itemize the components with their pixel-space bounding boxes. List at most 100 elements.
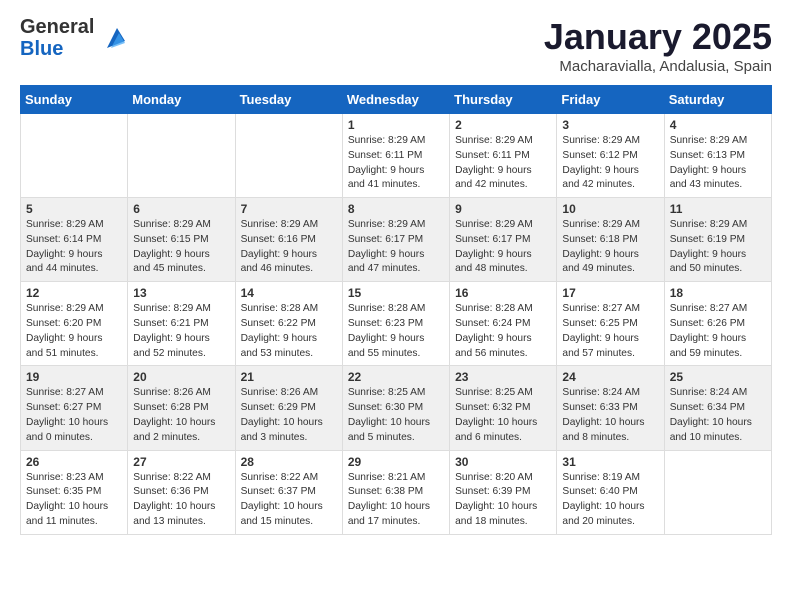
day-number: 29 bbox=[348, 455, 444, 469]
day-info: Sunrise: 8:22 AM Sunset: 6:36 PM Dayligh… bbox=[133, 471, 229, 530]
calendar-day-2: 2Sunrise: 8:29 AM Sunset: 6:11 PM Daylig… bbox=[450, 114, 557, 198]
day-number: 23 bbox=[455, 370, 551, 384]
day-number: 22 bbox=[348, 370, 444, 384]
day-info: Sunrise: 8:29 AM Sunset: 6:15 PM Dayligh… bbox=[133, 218, 229, 277]
calendar-day-4: 4 Sunrise: 8:29 AM Sunset: 6:13 PM Daylig… bbox=[664, 114, 771, 198]
calendar-day-29: 29 Sunrise: 8:21 AM Sunset: 6:38 PM Dayli… bbox=[342, 450, 449, 534]
title-block: January 2025 Macharavialla, Andalusia, S… bbox=[544, 16, 772, 75]
calendar-empty-cell bbox=[664, 450, 771, 534]
day-number: 24 bbox=[562, 370, 658, 384]
day-info: Sunrise: 8:22 AM Sunset: 6:37 PM Dayligh… bbox=[241, 471, 337, 530]
calendar-subtitle: Macharavialla, Andalusia, Spain bbox=[544, 58, 772, 75]
day-number: 27 bbox=[133, 455, 229, 469]
day-number: 19 bbox=[26, 370, 122, 384]
calendar-day-7: 7Sunrise: 8:29 AM Sunset: 6:16 PM Daylig… bbox=[235, 198, 342, 282]
day-number: 16 bbox=[455, 286, 551, 300]
logo-general: General bbox=[20, 16, 94, 38]
calendar-day-13: 13Sunrise: 8:29 AM Sunset: 6:21 PM Dayli… bbox=[128, 282, 235, 366]
day-number: 7 bbox=[241, 202, 337, 216]
header: General Blue January 2025 Macharavialla,… bbox=[20, 16, 772, 75]
calendar-day-23: 23Sunrise: 8:25 AM Sunset: 6:32 PM Dayli… bbox=[450, 366, 557, 450]
day-info: Sunrise: 8:29 AM Sunset: 6:13 PM Dayligh… bbox=[670, 134, 766, 193]
calendar-day-21: 21 Sunrise: 8:26 AM Sunset: 6:29 PM Dayli… bbox=[235, 366, 342, 450]
calendar-week-row: 5 Sunrise: 8:29 AM Sunset: 6:14 PM Daylig… bbox=[21, 198, 772, 282]
day-number: 12 bbox=[26, 286, 122, 300]
calendar-day-25: 25 Sunrise: 8:24 AM Sunset: 6:34 PM Dayli… bbox=[664, 366, 771, 450]
calendar-day-26: 26 Sunrise: 8:23 AM Sunset: 6:35 PM Dayli… bbox=[21, 450, 128, 534]
calendar-day-10: 10 Sunrise: 8:29 AM Sunset: 6:18 PM Dayli… bbox=[557, 198, 664, 282]
day-number: 25 bbox=[670, 370, 766, 384]
calendar-day-8: 8Sunrise: 8:29 AM Sunset: 6:17 PM Daylig… bbox=[342, 198, 449, 282]
day-info: Sunrise: 8:29 AM Sunset: 6:11 PM Dayligh… bbox=[348, 134, 444, 193]
weekday-header-sunday: Sunday bbox=[21, 86, 128, 114]
day-number: 14 bbox=[241, 286, 337, 300]
day-info: Sunrise: 8:29 AM Sunset: 6:18 PM Dayligh… bbox=[562, 218, 658, 277]
logo-text: General Blue bbox=[20, 16, 127, 60]
day-info: Sunrise: 8:28 AM Sunset: 6:23 PM Dayligh… bbox=[348, 302, 444, 361]
day-info: Sunrise: 8:28 AM Sunset: 6:22 PM Dayligh… bbox=[241, 302, 337, 361]
day-info: Sunrise: 8:23 AM Sunset: 6:35 PM Dayligh… bbox=[26, 471, 122, 530]
calendar-day-3: 3 Sunrise: 8:29 AM Sunset: 6:12 PM Daylig… bbox=[557, 114, 664, 198]
calendar-week-row: 12 Sunrise: 8:29 AM Sunset: 6:20 PM Dayli… bbox=[21, 282, 772, 366]
calendar-empty-cell bbox=[21, 114, 128, 198]
day-info: Sunrise: 8:26 AM Sunset: 6:29 PM Dayligh… bbox=[241, 386, 337, 445]
day-number: 9 bbox=[455, 202, 551, 216]
calendar-empty-cell bbox=[235, 114, 342, 198]
calendar-day-19: 19 Sunrise: 8:27 AM Sunset: 6:27 PM Dayli… bbox=[21, 366, 128, 450]
day-info: Sunrise: 8:29 AM Sunset: 6:20 PM Dayligh… bbox=[26, 302, 122, 361]
calendar-day-1: 1Sunrise: 8:29 AM Sunset: 6:11 PM Daylig… bbox=[342, 114, 449, 198]
weekday-header-monday: Monday bbox=[128, 86, 235, 114]
day-info: Sunrise: 8:29 AM Sunset: 6:12 PM Dayligh… bbox=[562, 134, 658, 193]
weekday-header-friday: Friday bbox=[557, 86, 664, 114]
logo-blue: Blue bbox=[20, 38, 94, 60]
calendar-day-27: 27 Sunrise: 8:22 AM Sunset: 6:36 PM Dayli… bbox=[128, 450, 235, 534]
day-info: Sunrise: 8:20 AM Sunset: 6:39 PM Dayligh… bbox=[455, 471, 551, 530]
day-number: 5 bbox=[26, 202, 122, 216]
day-info: Sunrise: 8:21 AM Sunset: 6:38 PM Dayligh… bbox=[348, 471, 444, 530]
weekday-header-wednesday: Wednesday bbox=[342, 86, 449, 114]
day-number: 2 bbox=[455, 118, 551, 132]
calendar-day-16: 16 Sunrise: 8:28 AM Sunset: 6:24 PM Dayli… bbox=[450, 282, 557, 366]
day-number: 4 bbox=[670, 118, 766, 132]
day-number: 28 bbox=[241, 455, 337, 469]
calendar-week-row: 26 Sunrise: 8:23 AM Sunset: 6:35 PM Dayli… bbox=[21, 450, 772, 534]
day-info: Sunrise: 8:29 AM Sunset: 6:21 PM Dayligh… bbox=[133, 302, 229, 361]
day-info: Sunrise: 8:28 AM Sunset: 6:24 PM Dayligh… bbox=[455, 302, 551, 361]
day-number: 21 bbox=[241, 370, 337, 384]
calendar-day-30: 30 Sunrise: 8:20 AM Sunset: 6:39 PM Dayli… bbox=[450, 450, 557, 534]
day-number: 6 bbox=[133, 202, 229, 216]
calendar-day-22: 22 Sunrise: 8:25 AM Sunset: 6:30 PM Dayli… bbox=[342, 366, 449, 450]
calendar-day-28: 28 Sunrise: 8:22 AM Sunset: 6:37 PM Dayli… bbox=[235, 450, 342, 534]
day-number: 15 bbox=[348, 286, 444, 300]
day-number: 18 bbox=[670, 286, 766, 300]
calendar-week-row: 1Sunrise: 8:29 AM Sunset: 6:11 PM Daylig… bbox=[21, 114, 772, 198]
day-info: Sunrise: 8:29 AM Sunset: 6:17 PM Dayligh… bbox=[455, 218, 551, 277]
weekday-header-saturday: Saturday bbox=[664, 86, 771, 114]
calendar-day-20: 20Sunrise: 8:26 AM Sunset: 6:28 PM Dayli… bbox=[128, 366, 235, 450]
calendar-day-12: 12 Sunrise: 8:29 AM Sunset: 6:20 PM Dayli… bbox=[21, 282, 128, 366]
day-number: 3 bbox=[562, 118, 658, 132]
logo-icon bbox=[97, 23, 127, 53]
calendar-week-row: 19 Sunrise: 8:27 AM Sunset: 6:27 PM Dayli… bbox=[21, 366, 772, 450]
calendar-empty-cell bbox=[128, 114, 235, 198]
day-info: Sunrise: 8:27 AM Sunset: 6:25 PM Dayligh… bbox=[562, 302, 658, 361]
day-info: Sunrise: 8:29 AM Sunset: 6:19 PM Dayligh… bbox=[670, 218, 766, 277]
day-info: Sunrise: 8:24 AM Sunset: 6:34 PM Dayligh… bbox=[670, 386, 766, 445]
calendar-day-17: 17Sunrise: 8:27 AM Sunset: 6:25 PM Dayli… bbox=[557, 282, 664, 366]
day-info: Sunrise: 8:29 AM Sunset: 6:14 PM Dayligh… bbox=[26, 218, 122, 277]
day-info: Sunrise: 8:27 AM Sunset: 6:27 PM Dayligh… bbox=[26, 386, 122, 445]
day-info: Sunrise: 8:26 AM Sunset: 6:28 PM Dayligh… bbox=[133, 386, 229, 445]
calendar-title: January 2025 bbox=[544, 16, 772, 58]
day-info: Sunrise: 8:25 AM Sunset: 6:30 PM Dayligh… bbox=[348, 386, 444, 445]
calendar-day-18: 18Sunrise: 8:27 AM Sunset: 6:26 PM Dayli… bbox=[664, 282, 771, 366]
day-info: Sunrise: 8:29 AM Sunset: 6:17 PM Dayligh… bbox=[348, 218, 444, 277]
calendar-day-15: 15 Sunrise: 8:28 AM Sunset: 6:23 PM Dayli… bbox=[342, 282, 449, 366]
day-number: 26 bbox=[26, 455, 122, 469]
day-number: 30 bbox=[455, 455, 551, 469]
day-number: 31 bbox=[562, 455, 658, 469]
weekday-header-thursday: Thursday bbox=[450, 86, 557, 114]
calendar-day-9: 9 Sunrise: 8:29 AM Sunset: 6:17 PM Daylig… bbox=[450, 198, 557, 282]
weekday-header-tuesday: Tuesday bbox=[235, 86, 342, 114]
day-info: Sunrise: 8:19 AM Sunset: 6:40 PM Dayligh… bbox=[562, 471, 658, 530]
day-number: 10 bbox=[562, 202, 658, 216]
